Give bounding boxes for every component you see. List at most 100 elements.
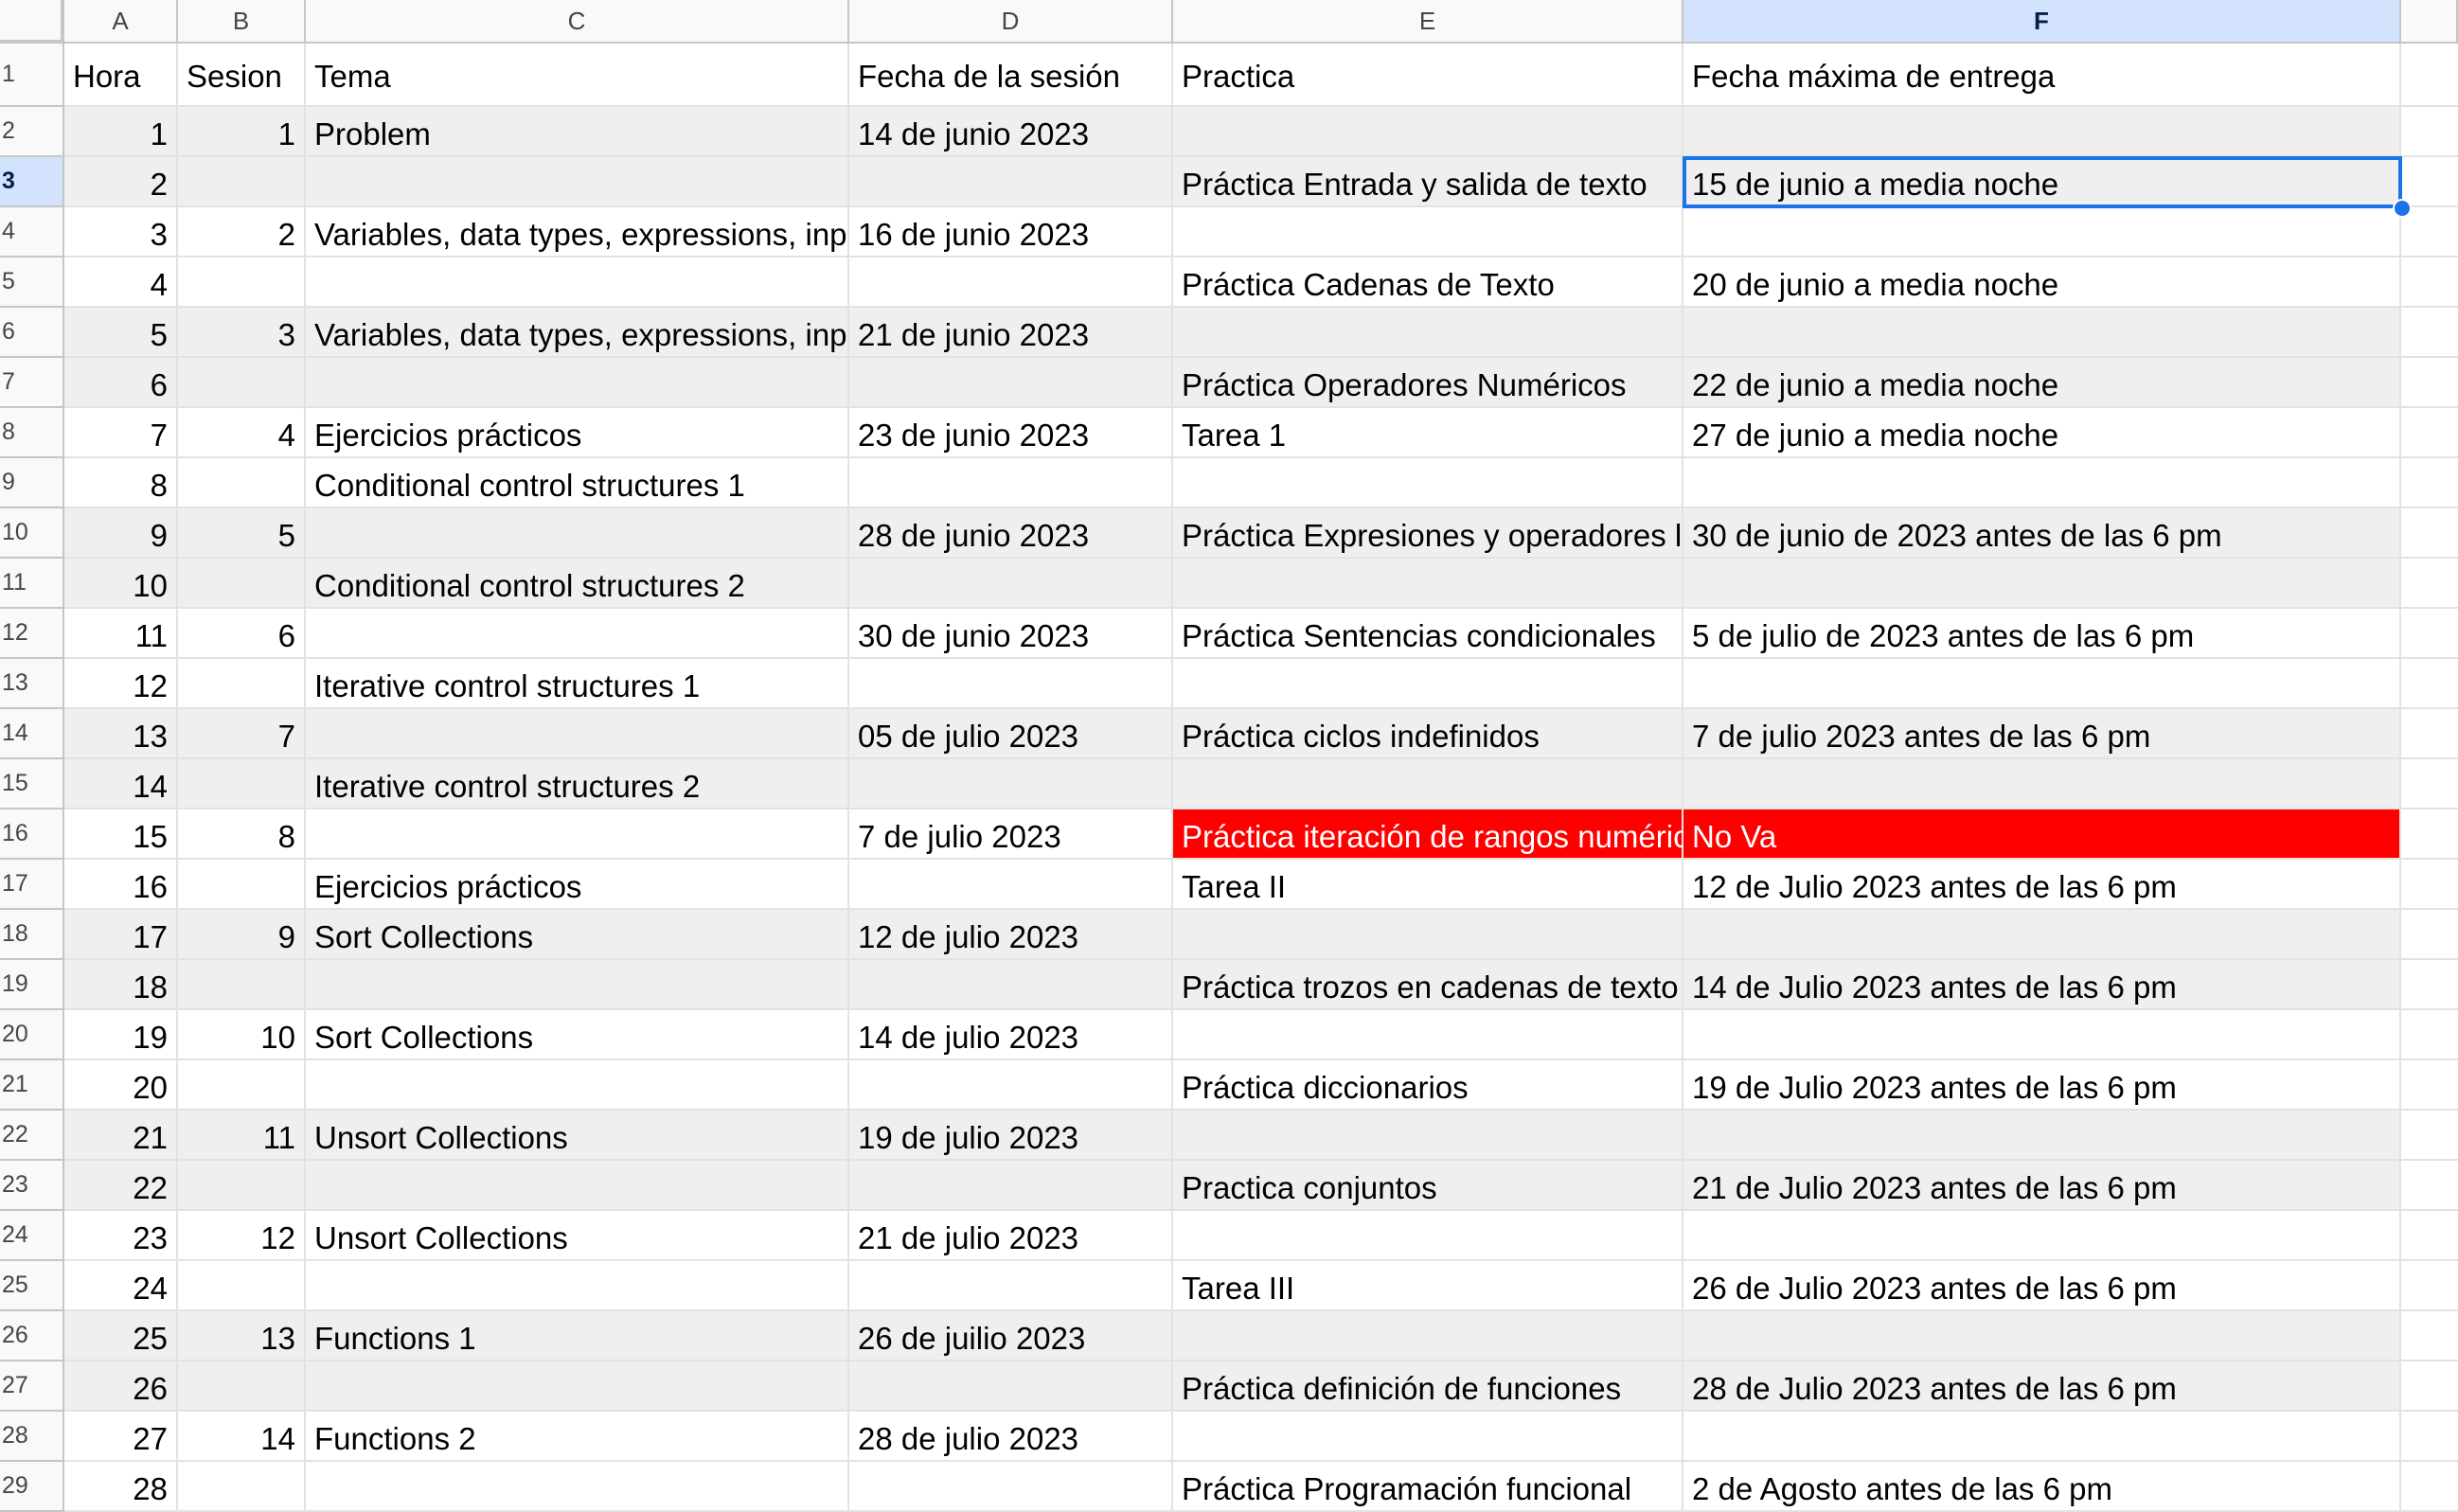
cell-e15[interactable] <box>1173 759 1683 809</box>
cell-f24[interactable] <box>1683 1211 2401 1261</box>
cell-a25[interactable]: 24 <box>64 1261 178 1311</box>
row-header-2[interactable]: 2 <box>0 107 64 157</box>
cell-c1[interactable]: Tema <box>306 44 849 107</box>
row-header-6[interactable]: 6 <box>0 308 64 358</box>
cell-d13[interactable] <box>849 659 1173 709</box>
cell-d18[interactable]: 12 de julio 2023 <box>849 910 1173 960</box>
cell-c18[interactable]: Sort Collections <box>306 910 849 960</box>
cell-f28[interactable] <box>1683 1412 2401 1462</box>
cell-a12[interactable]: 11 <box>64 609 178 659</box>
cell-f18[interactable] <box>1683 910 2401 960</box>
cell-f9[interactable] <box>1683 458 2401 508</box>
cell-f13[interactable] <box>1683 659 2401 709</box>
cell-d2[interactable]: 14 de junio 2023 <box>849 107 1173 157</box>
column-header-d[interactable]: D <box>849 0 1173 44</box>
cell-c9[interactable]: Conditional control structures 1 <box>306 458 849 508</box>
cell-b5[interactable] <box>178 258 306 308</box>
row-header-9[interactable]: 9 <box>0 458 64 508</box>
cell-b9[interactable] <box>178 458 306 508</box>
cell-d25[interactable] <box>849 1261 1173 1311</box>
cell-e12[interactable]: Práctica Sentencias condicionales <box>1173 609 1683 659</box>
cell-e23[interactable]: Practica conjuntos <box>1173 1161 1683 1211</box>
cell-f1[interactable]: Fecha máxima de entrega <box>1683 44 2401 107</box>
cell-d11[interactable] <box>849 559 1173 609</box>
cell-b6[interactable]: 3 <box>178 308 306 358</box>
cell-b15[interactable] <box>178 759 306 809</box>
cell-e20[interactable] <box>1173 1010 1683 1060</box>
fill-handle[interactable] <box>2393 199 2412 218</box>
row-header-3[interactable]: 3 <box>0 157 64 207</box>
cell-f3[interactable]: 15 de junio a media noche <box>1683 157 2401 207</box>
cell-f22[interactable] <box>1683 1111 2401 1161</box>
cell-a8[interactable]: 7 <box>64 408 178 458</box>
cell-f26[interactable] <box>1683 1311 2401 1361</box>
cell-e16[interactable]: Práctica iteración de rangos numéricos <box>1173 809 1721 860</box>
row-header-23[interactable]: 23 <box>0 1161 64 1211</box>
row-header-25[interactable]: 25 <box>0 1261 64 1311</box>
cell-e19[interactable]: Práctica trozos en cadenas de texto <box>1173 960 1683 1010</box>
cell-a23[interactable]: 22 <box>64 1161 178 1211</box>
cell-b18[interactable]: 9 <box>178 910 306 960</box>
cell-e21[interactable]: Práctica diccionarios <box>1173 1060 1683 1111</box>
cell-f21[interactable]: 19 de Julio 2023 antes de las 6 pm <box>1683 1060 2401 1111</box>
cell-a6[interactable]: 5 <box>64 308 178 358</box>
cell-f2[interactable] <box>1683 107 2401 157</box>
cell-e22[interactable] <box>1173 1111 1683 1161</box>
cell-f16[interactable]: No Va <box>1683 809 2401 860</box>
cell-d14[interactable]: 05 de julio 2023 <box>849 709 1173 759</box>
row-header-16[interactable]: 16 <box>0 809 64 860</box>
cell-e25[interactable]: Tarea III <box>1173 1261 1683 1311</box>
cell-a20[interactable]: 19 <box>64 1010 178 1060</box>
cell-c8[interactable]: Ejercicios prácticos <box>306 408 849 458</box>
cell-e5[interactable]: Práctica Cadenas de Texto <box>1173 258 1683 308</box>
cell-c6[interactable]: Variables, data types, expressions, inpu… <box>306 308 849 358</box>
cell-f12[interactable]: 5 de julio de 2023 antes de las 6 pm <box>1683 609 2401 659</box>
cell-c13[interactable]: Iterative control structures 1 <box>306 659 849 709</box>
cell-c22[interactable]: Unsort Collections <box>306 1111 849 1161</box>
cell-b10[interactable]: 5 <box>178 508 306 559</box>
cell-f19[interactable]: 14 de Julio 2023 antes de las 6 pm <box>1683 960 2401 1010</box>
cell-e24[interactable] <box>1173 1211 1683 1261</box>
column-header-e[interactable]: E <box>1173 0 1683 44</box>
cell-f14[interactable]: 7 de julio 2023 antes de las 6 pm <box>1683 709 2401 759</box>
cell-a22[interactable]: 21 <box>64 1111 178 1161</box>
cell-c15[interactable]: Iterative control structures 2 <box>306 759 849 809</box>
cell-a24[interactable]: 23 <box>64 1211 178 1261</box>
cell-a13[interactable]: 12 <box>64 659 178 709</box>
row-header-11[interactable]: 11 <box>0 559 64 609</box>
cell-c5[interactable] <box>306 258 849 308</box>
row-header-15[interactable]: 15 <box>0 759 64 809</box>
row-header-28[interactable]: 28 <box>0 1412 64 1462</box>
cell-c29[interactable] <box>306 1462 849 1512</box>
row-header-8[interactable]: 8 <box>0 408 64 458</box>
row-header-14[interactable]: 14 <box>0 709 64 759</box>
cell-c16[interactable] <box>306 809 849 860</box>
cell-d24[interactable]: 21 de julio 2023 <box>849 1211 1173 1261</box>
cell-b8[interactable]: 4 <box>178 408 306 458</box>
cell-b17[interactable] <box>178 860 306 910</box>
cell-d28[interactable]: 28 de julio 2023 <box>849 1412 1173 1462</box>
cell-b27[interactable] <box>178 1361 306 1412</box>
row-header-21[interactable]: 21 <box>0 1060 64 1111</box>
cell-b16[interactable]: 8 <box>178 809 306 860</box>
cell-d23[interactable] <box>849 1161 1173 1211</box>
cell-d26[interactable]: 26 de juilio 2023 <box>849 1311 1173 1361</box>
row-header-12[interactable]: 12 <box>0 609 64 659</box>
cell-f10[interactable]: 30 de junio de 2023 antes de las 6 pm <box>1683 508 2401 559</box>
row-header-4[interactable]: 4 <box>0 207 64 258</box>
cell-c4[interactable]: Variables, data types, expressions, inpu… <box>306 207 849 258</box>
cell-f8[interactable]: 27 de junio a media noche <box>1683 408 2401 458</box>
cell-b26[interactable]: 13 <box>178 1311 306 1361</box>
cell-a29[interactable]: 28 <box>64 1462 178 1512</box>
cell-a16[interactable]: 15 <box>64 809 178 860</box>
row-header-7[interactable]: 7 <box>0 358 64 408</box>
cell-a15[interactable]: 14 <box>64 759 178 809</box>
cell-e29[interactable]: Práctica Programación funcional <box>1173 1462 1683 1512</box>
row-header-18[interactable]: 18 <box>0 910 64 960</box>
row-header-26[interactable]: 26 <box>0 1311 64 1361</box>
cell-b4[interactable]: 2 <box>178 207 306 258</box>
row-header-22[interactable]: 22 <box>0 1111 64 1161</box>
cell-b19[interactable] <box>178 960 306 1010</box>
cell-d21[interactable] <box>849 1060 1173 1111</box>
cell-b25[interactable] <box>178 1261 306 1311</box>
